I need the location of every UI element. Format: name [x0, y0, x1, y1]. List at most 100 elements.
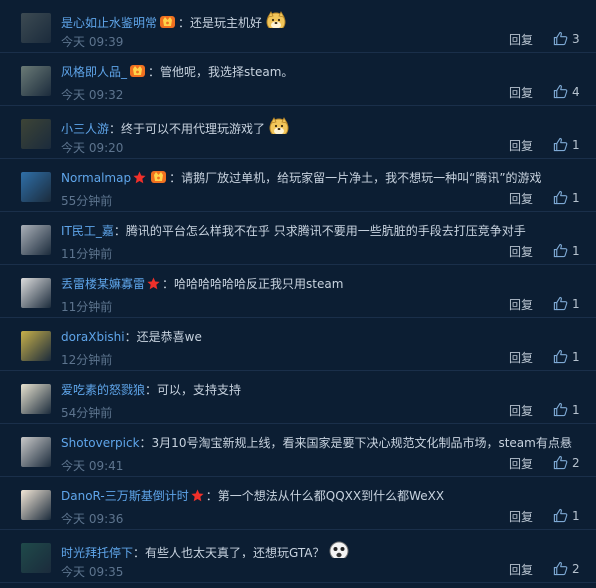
comment-text: 腾讯的平台怎么样我不在乎 只求腾讯不要用一些肮脏的手段去打压竞争对手	[125, 224, 526, 238]
vip-badge-icon	[159, 15, 176, 28]
like-button[interactable]: 1	[553, 402, 580, 417]
red-star-icon	[147, 277, 160, 293]
reply-button[interactable]: 回复	[509, 455, 533, 472]
like-count: 1	[572, 191, 580, 205]
username-link[interactable]: 是心如止水鉴明常	[61, 16, 157, 28]
like-button[interactable]: 1	[553, 190, 580, 205]
username-link[interactable]: 爱吃素的怒戮狼	[61, 383, 145, 397]
comment-time: 今天 09:39	[61, 35, 124, 49]
colon-separator: ：	[162, 277, 175, 291]
thumbs-up-icon	[553, 31, 572, 46]
red-star-icon	[191, 489, 204, 505]
thumbs-up-icon	[553, 561, 572, 576]
thumbs-up-icon	[553, 137, 572, 152]
like-button[interactable]: 1	[553, 137, 580, 152]
username-link[interactable]: 风格即人品_	[61, 65, 127, 79]
avatar[interactable]	[21, 384, 51, 414]
thumbs-up-icon	[553, 190, 572, 205]
comment-time: 今天 09:35	[61, 565, 124, 579]
colon-separator: ：	[205, 489, 218, 503]
shocked-emoji-icon	[328, 540, 350, 558]
like-count: 4	[572, 85, 580, 99]
username-link[interactable]: Shotoverpick	[61, 436, 140, 450]
colon-separator: ：	[124, 330, 137, 344]
thumbs-up-icon	[553, 402, 572, 417]
colon-separator: ：	[178, 16, 191, 28]
comment-item: Shotoverpick：3月10号淘宝新规上线，看来国家是要下决心规范文化制品…	[0, 424, 596, 477]
avatar[interactable]	[21, 437, 51, 467]
comment-time: 今天 09:36	[61, 512, 124, 526]
reply-button[interactable]: 回复	[509, 31, 533, 48]
comment-item: 小三人游：终于可以不用代理玩游戏了 今天 09:20 回复 1	[0, 106, 596, 159]
reply-button[interactable]: 回复	[509, 561, 533, 578]
like-button[interactable]: 1	[553, 349, 580, 364]
username-link[interactable]: 时光拜托停下	[61, 546, 133, 558]
like-button[interactable]: 2	[553, 561, 580, 576]
comment-item: 是心如止水鉴明常 ：还是玩主机好 今天 09:39 回复 3	[0, 0, 596, 53]
avatar[interactable]	[21, 225, 51, 255]
comment-text: 3月10号淘宝新规上线，看来国家是要下决心规范文化制品市场，steam有点悬	[151, 436, 572, 450]
username-link[interactable]: Normalmap	[61, 171, 131, 185]
comment-time: 54分钟前	[61, 406, 113, 420]
username-link[interactable]: DanoR-三万斯基倒计时	[61, 489, 189, 503]
reply-button[interactable]: 回复	[509, 84, 533, 101]
reply-button[interactable]: 回复	[509, 508, 533, 525]
username-link[interactable]: doraXbishi	[61, 330, 125, 344]
comment-item: doraXbishi：还是恭喜we 12分钟前 回复 1	[0, 318, 596, 371]
like-button[interactable]: 2	[553, 455, 580, 470]
comment-line: 时光拜托停下：有些人也太天真了，还想玩GTA？	[61, 540, 588, 558]
like-button[interactable]: 1	[553, 508, 580, 523]
avatar[interactable]	[21, 172, 51, 202]
doge-emoji-icon	[268, 116, 290, 134]
avatar[interactable]	[21, 490, 51, 520]
comment-time: 12分钟前	[61, 353, 113, 367]
colon-separator: ：	[113, 224, 126, 238]
thumbs-up-icon	[553, 455, 572, 470]
comment-time: 今天 09:41	[61, 459, 124, 473]
avatar[interactable]	[21, 119, 51, 149]
comment-time: 55分钟前	[61, 194, 113, 208]
like-button[interactable]: 1	[553, 243, 580, 258]
comment-item: 风格即人品_ ：管他呢，我选择steam。 今天 09:32 回复 4	[0, 53, 596, 106]
comment-line: doraXbishi：还是恭喜we	[61, 328, 588, 346]
username-link[interactable]: IT民工_嘉	[61, 224, 114, 238]
doge-emoji-icon	[265, 10, 287, 28]
like-count: 1	[572, 350, 580, 364]
thumbs-up-icon	[553, 84, 572, 99]
like-count: 1	[572, 403, 580, 417]
username-link[interactable]: 丢雷楼某嫲寡雷	[61, 277, 145, 291]
reply-button[interactable]: 回复	[509, 349, 533, 366]
comment-item: Normalmap ：请鹅厂放过单机，给玩家留一片净土，我不想玩一种叫“腾讯”的游…	[0, 159, 596, 212]
comment-time: 11分钟前	[61, 247, 113, 261]
like-button[interactable]: 3	[553, 31, 580, 46]
comment-line: IT民工_嘉：腾讯的平台怎么样我不在乎 只求腾讯不要用一些肮脏的手段去打压竞争对…	[61, 222, 588, 240]
like-count: 1	[572, 297, 580, 311]
avatar[interactable]	[21, 331, 51, 361]
avatar[interactable]	[21, 66, 51, 96]
comment-item: 时光拜托停下：有些人也太天真了，还想玩GTA？ 今天 09:35 回复 2	[0, 530, 596, 583]
comment-line: 是心如止水鉴明常 ：还是玩主机好	[61, 10, 588, 28]
reply-button[interactable]: 回复	[509, 137, 533, 154]
username-link[interactable]: 小三人游	[61, 122, 109, 134]
reply-button[interactable]: 回复	[509, 243, 533, 260]
reply-button[interactable]: 回复	[509, 296, 533, 313]
thumbs-up-icon	[553, 243, 572, 258]
comment-item: 爱吃素的怒戮狼：可以，支持支持 54分钟前 回复 1	[0, 371, 596, 424]
like-button[interactable]: 1	[553, 296, 580, 311]
like-count: 2	[572, 456, 580, 470]
comment-text: 哈哈哈哈哈哈反正我只用steam	[174, 277, 344, 291]
comment-line: 小三人游：终于可以不用代理玩游戏了	[61, 116, 588, 134]
comment-line: Normalmap ：请鹅厂放过单机，给玩家留一片净土，我不想玩一种叫“腾讯”的游…	[61, 169, 588, 187]
like-button[interactable]: 4	[553, 84, 580, 99]
reply-button[interactable]: 回复	[509, 190, 533, 207]
avatar[interactable]	[21, 278, 51, 308]
comment-line: 风格即人品_ ：管他呢，我选择steam。	[61, 63, 588, 81]
comment-line: 丢雷楼某嫲寡雷 ：哈哈哈哈哈哈反正我只用steam	[61, 275, 588, 293]
avatar[interactable]	[21, 13, 51, 43]
comment-text: 可以，支持支持	[157, 383, 242, 397]
comment-text: 有些人也太天真了，还想玩GTA？	[145, 546, 325, 558]
reply-button[interactable]: 回复	[509, 402, 533, 419]
avatar[interactable]	[21, 543, 51, 573]
comment-time: 今天 09:32	[61, 88, 124, 102]
comment-line: 爱吃素的怒戮狼：可以，支持支持	[61, 381, 588, 399]
